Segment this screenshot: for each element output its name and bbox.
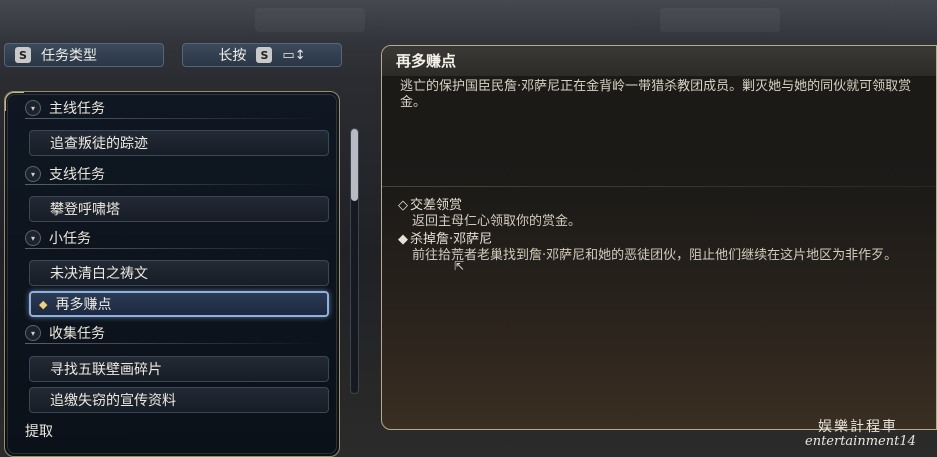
category-side[interactable]: ▾ 支线任务 [25, 163, 325, 185]
mouse-cursor-icon: ⇱ [454, 259, 465, 273]
category-label: 小任务 [49, 231, 91, 247]
quest-title: 再多赚点 [396, 52, 457, 70]
diamond-filled-icon: ◆ [398, 232, 408, 247]
watermark-english: entertainment14 [805, 434, 916, 449]
quest-item[interactable]: 寻找五联壁画碎片 [29, 356, 329, 382]
category-label: 主线任务 [49, 101, 105, 117]
quest-item[interactable]: 追缴失窃的宣传资料 [29, 387, 329, 413]
quest-item-label: 再多赚点 [55, 297, 112, 313]
chevron-down-icon: ▾ [25, 325, 41, 341]
chevron-down-icon: ▾ [25, 230, 41, 246]
quest-list-scrollbar[interactable] [350, 128, 359, 394]
divider [25, 184, 325, 185]
s-key-icon: S [256, 47, 273, 63]
objective-text: 前往拾荒者老巢找到詹·邓萨尼和她的恶徒团伙，阻止他们继续在这片地区为非作歹。 [412, 248, 898, 263]
objective-text: 返回主母仁心领取你的赏金。 [412, 214, 582, 229]
top-ghost-tab [255, 8, 365, 32]
corner-ornament [5, 92, 24, 111]
divider [25, 118, 325, 119]
chevron-down-icon: ▾ [25, 100, 41, 116]
chevron-down-icon: ▾ [25, 166, 41, 182]
diamond-outline-icon: ◇ [398, 198, 408, 213]
quest-type-label: 任务类型 [41, 48, 97, 64]
category-label: 提取 [25, 424, 53, 440]
quest-item[interactable]: 未决清白之祷文 [29, 260, 329, 286]
objective-item: ◆ 杀掉詹·邓萨尼 前往拾荒者老巢找到詹·邓萨尼和她的恶徒团伙，阻止他们继续在这片… [398, 232, 897, 264]
quest-item[interactable]: 攀登呼啸塔 [29, 196, 329, 222]
category-main[interactable]: ▾ 主线任务 [25, 97, 325, 119]
quest-description: 逃亡的保护国臣民詹·邓萨尼正在金背岭一带猎杀教团成员。剿灭她与她的同伙就可领取赏… [400, 79, 912, 110]
quest-type-filter-button[interactable]: S 任务类型 [4, 43, 164, 67]
detail-header [382, 46, 936, 76]
category-label: 支线任务 [49, 167, 105, 183]
quest-item[interactable]: 追查叛徒的踪迹 [29, 130, 329, 156]
scrollbar-thumb[interactable] [351, 129, 358, 201]
divider [25, 343, 325, 344]
top-bar [0, 0, 937, 40]
long-press-sort-button[interactable]: 长按 S ▭↕ [182, 43, 342, 67]
category-minor[interactable]: ▾ 小任务 [25, 227, 325, 249]
quest-detail-panel: 再多赚点 逃亡的保护国臣民詹·邓萨尼正在金背岭一带猎杀教团成员。剿灭她与她的同伙… [381, 45, 937, 430]
watermark-chinese: 娱樂計程車 [818, 419, 898, 435]
category-partial[interactable]: 提取 [25, 420, 53, 442]
long-press-label: 长按 [218, 48, 247, 64]
divider [25, 248, 325, 249]
quest-item-selected[interactable]: ◆ 再多赚点 [29, 291, 329, 317]
objective-item: ◇ 交差领赏 返回主母仁心领取你的赏金。 [398, 198, 581, 230]
objective-title: 杀掉詹·邓萨尼 [410, 232, 493, 247]
divider [382, 186, 936, 187]
category-collect[interactable]: ▾ 收集任务 [25, 322, 325, 344]
quest-list-panel: ▾ 主线任务 追查叛徒的踪迹 ▾ 支线任务 攀登呼啸塔 ▾ 小任务 未决清白之祷… [4, 91, 340, 457]
category-label: 收集任务 [49, 326, 105, 342]
top-ghost-tab [660, 8, 780, 32]
objective-title: 交差领赏 [410, 198, 463, 213]
s-key-icon: S [15, 47, 31, 63]
tracked-marker-icon: ◆ [39, 297, 48, 311]
sort-icon: ▭↕ [282, 47, 306, 63]
